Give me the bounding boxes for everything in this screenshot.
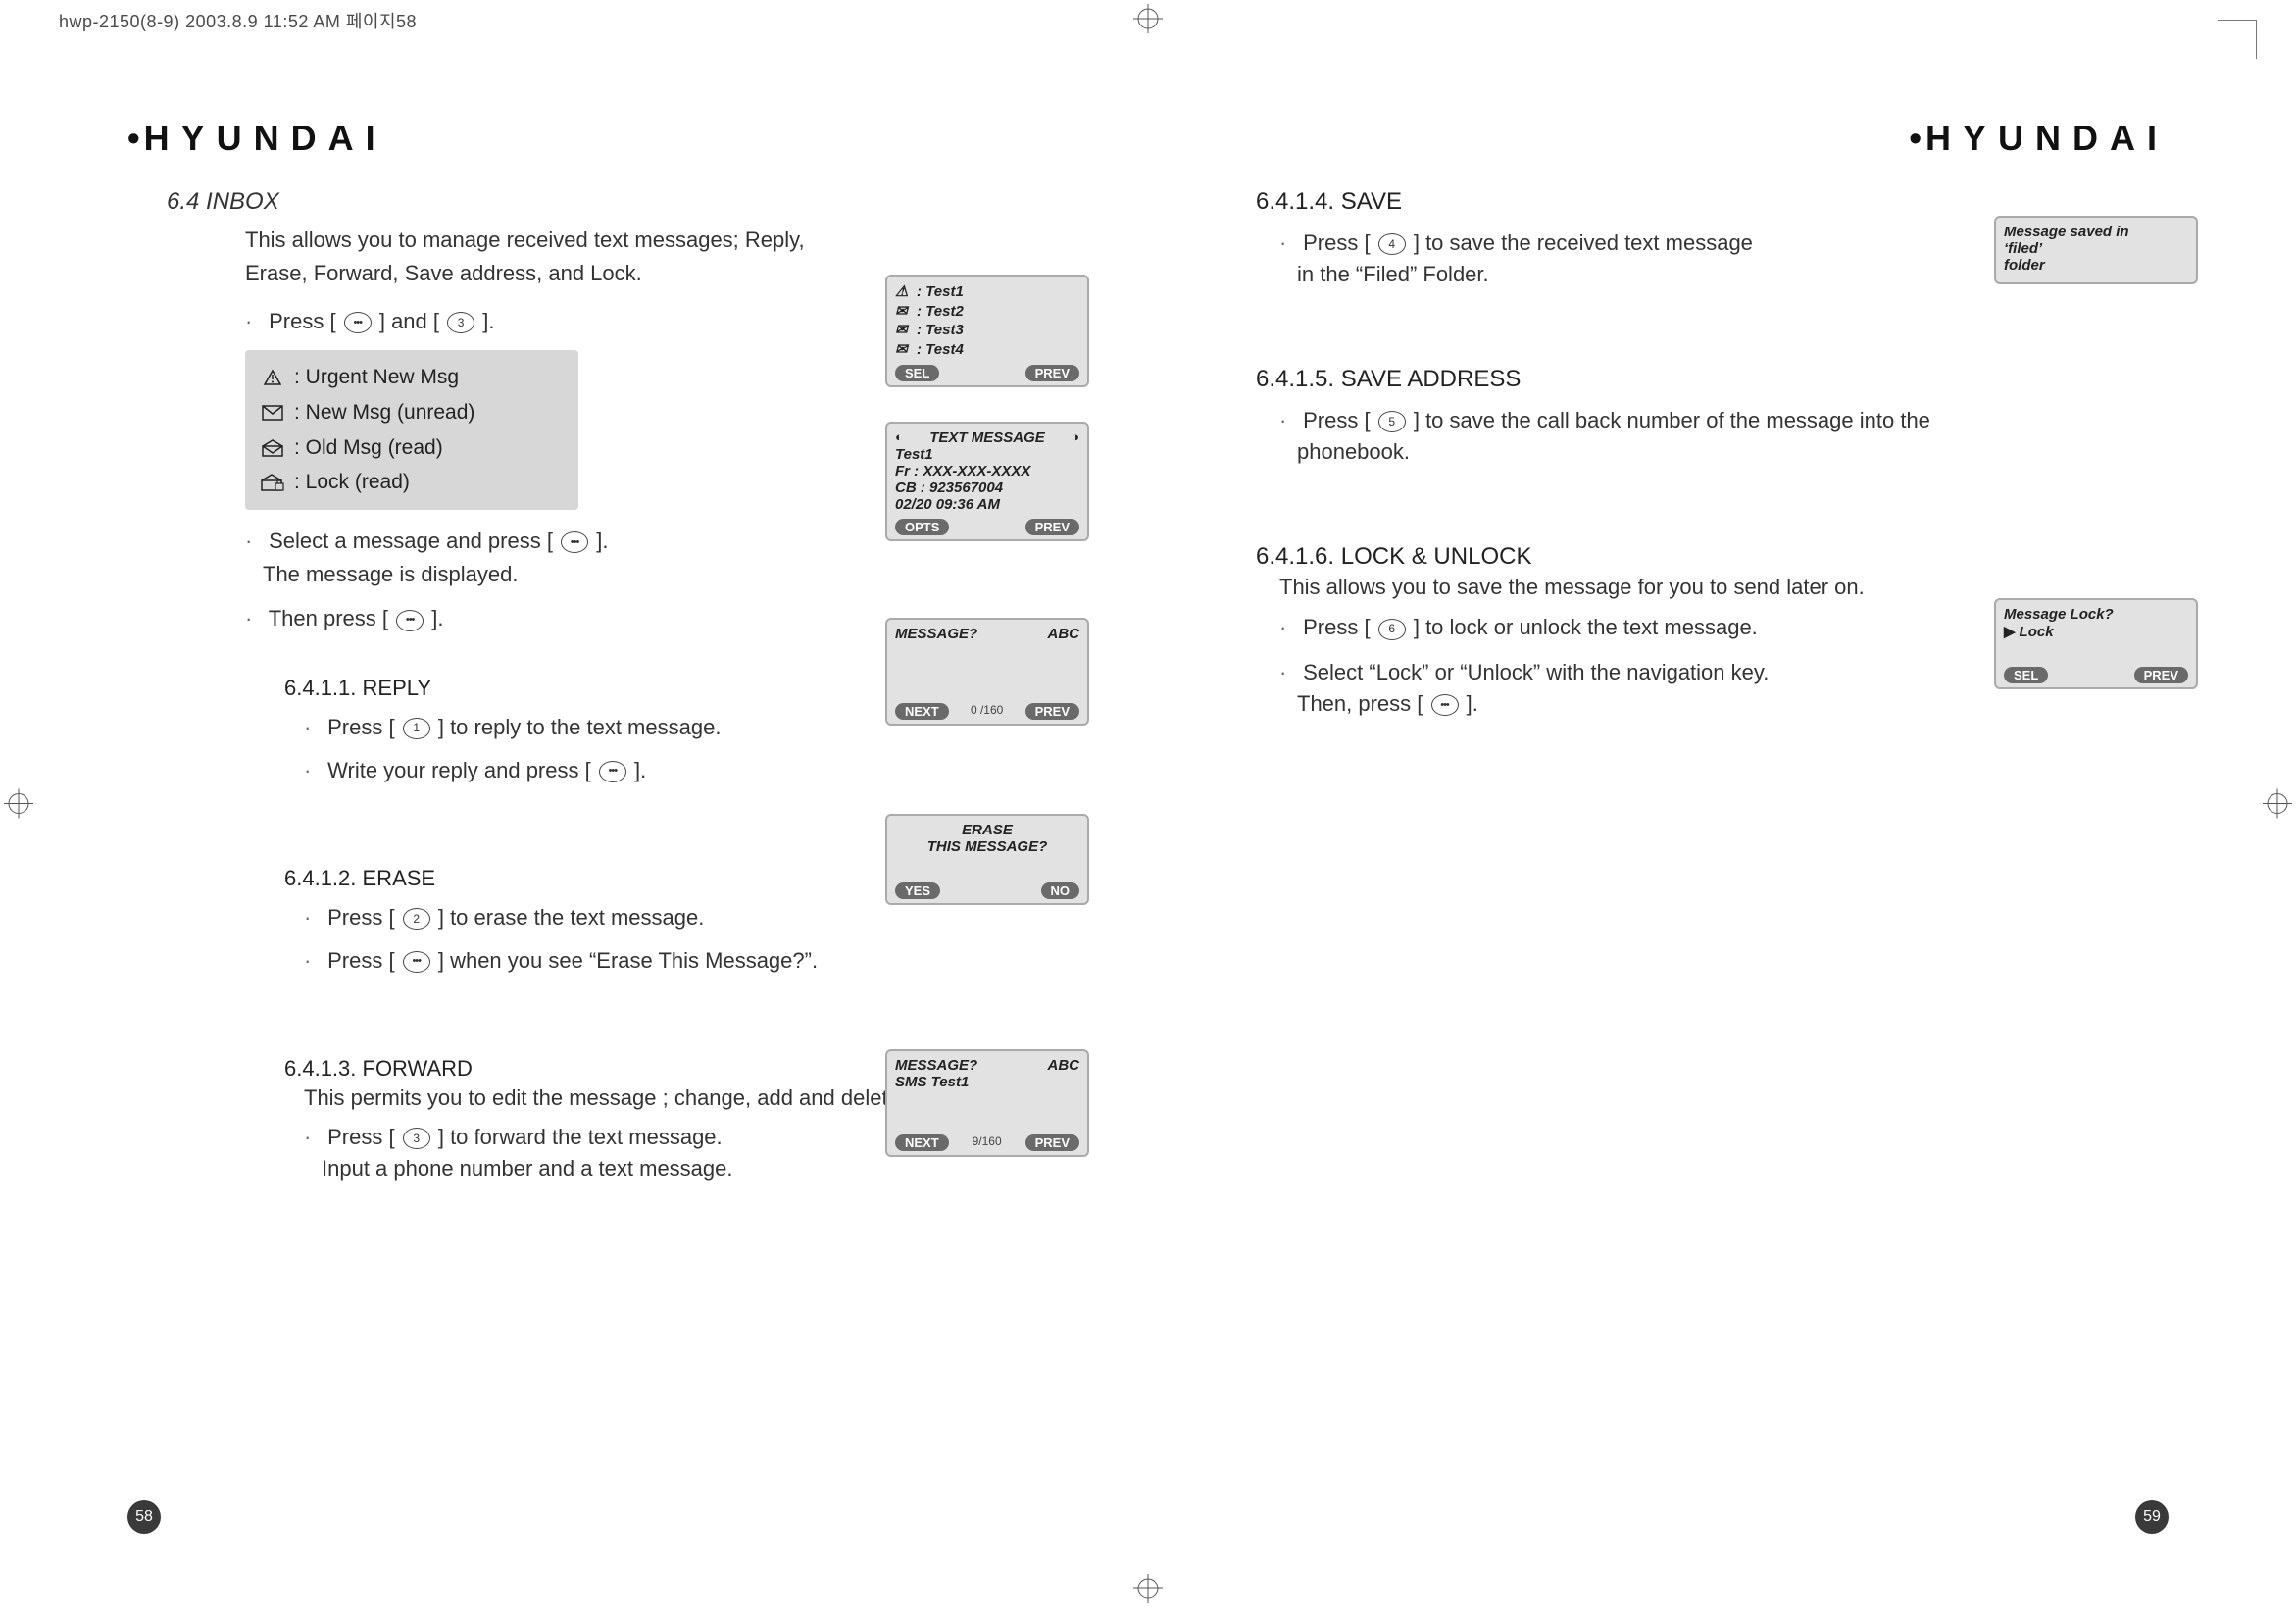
phone-reply-editor: MESSAGE? ABC NEXT 0 /160 PREV (885, 618, 1089, 726)
crop-mark-bottom (1133, 1574, 1163, 1608)
erase-step1: Press [ 2 ] to erase the text message. (304, 901, 1079, 934)
brand-logo: HYUNDAI (127, 118, 1079, 159)
softkey-sel[interactable]: SEL (895, 365, 939, 381)
legend-box: : Urgent New Msg : New Msg (unread) : Ol… (245, 350, 578, 510)
lock-desc: This allows you to save the message for … (1279, 575, 2169, 600)
step-select-note: The message is displayed. (263, 562, 1079, 587)
softkey-prev[interactable]: PREV (1025, 519, 1079, 535)
softkey-yes[interactable]: YES (895, 882, 940, 899)
mail-lock-icon (261, 473, 284, 492)
crop-corner-icon (2218, 20, 2257, 59)
mail-open-icon: ✉ (895, 321, 911, 340)
key-2-icon: 2 (403, 908, 430, 930)
legend-row: : New Msg (unread) (261, 395, 563, 430)
forward-step1-note: Input a phone number and a text message. (322, 1156, 1079, 1182)
softkey-no[interactable]: NO (1041, 882, 1080, 899)
key-5-icon: 5 (1378, 411, 1406, 432)
menu-key-icon (1431, 694, 1459, 716)
key-3-icon: 3 (403, 1128, 430, 1149)
page-number: 59 (2135, 1500, 2169, 1534)
char-counter: 0 /160 (949, 703, 1025, 720)
softkey-next[interactable]: NEXT (895, 703, 949, 720)
erase-step2: Press [ ] when you see “Erase This Messa… (304, 944, 1079, 978)
phone-erase-confirm: ERASE THIS MESSAGE? YES NO (885, 814, 1089, 905)
page-left: HYUNDAI 6.4 INBOX This allows you to man… (59, 59, 1148, 1553)
key-3-icon: 3 (447, 312, 474, 333)
legend-row: : Old Msg (read) (261, 430, 563, 466)
section-intro: This allows you to manage received text … (245, 224, 864, 290)
reply-step2: Write your reply and press [ ]. (304, 754, 1079, 787)
mail-closed-icon: ✉ (895, 302, 911, 322)
softkey-next[interactable]: NEXT (895, 1134, 949, 1151)
subhead-save: 6.4.1.4. SAVE (1256, 188, 2169, 216)
section-title: 6.4 INBOX (167, 188, 1079, 216)
mail-lock-icon: ✉ (895, 340, 911, 360)
page-right: HYUNDAI 6.4.1.4. SAVE Press [ 4 ] to sav… (1148, 59, 2237, 1553)
softkey-prev[interactable]: PREV (1025, 1134, 1079, 1151)
mail-closed-icon (261, 403, 284, 423)
key-6-icon: 6 (1378, 619, 1406, 640)
brand-logo: HYUNDAI (1217, 118, 2169, 159)
saveaddr-step1-note: phonebook. (1297, 439, 2169, 465)
nav-left-icon: ◐ (895, 429, 903, 446)
subhead-save-address: 6.4.1.5. SAVE ADDRESS (1256, 366, 2169, 393)
softkey-prev[interactable]: PREV (1025, 703, 1079, 720)
menu-key-icon (561, 531, 588, 553)
legend-row: : Lock (read) (261, 465, 563, 500)
softkey-prev[interactable]: PREV (1025, 365, 1079, 381)
char-counter: 9/160 (949, 1134, 1025, 1151)
alert-triangle-icon: ⚠ (895, 282, 911, 302)
menu-key-icon (403, 951, 430, 973)
lock-step2-note: Then, press [ ]. (1297, 691, 2169, 717)
nav-right-icon: ◑ (1072, 429, 1079, 446)
crop-mark-right (2263, 789, 2292, 824)
softkey-prev[interactable]: PREV (2134, 667, 2188, 683)
mail-open-icon (261, 438, 284, 458)
menu-key-icon (396, 610, 424, 631)
menu-key-icon (344, 312, 372, 333)
saveaddr-step1: Press [ 5 ] to save the call back number… (1279, 403, 2169, 437)
phone-lock-dialog: Message Lock? Lock SEL PREV (1994, 598, 2198, 689)
page-number: 58 (127, 1500, 161, 1534)
phone-forward-editor: MESSAGE? ABC SMS Test1 NEXT 9/160 PREV (885, 1049, 1089, 1157)
legend-row: : Urgent New Msg (261, 360, 563, 395)
phone-saved-toast: Message saved in ‘filed’ folder (1994, 216, 2198, 284)
menu-key-icon (599, 761, 626, 782)
key-1-icon: 1 (403, 718, 430, 739)
file-header: hwp-2150(8-9) 2003.8.9 11:52 AM 페이지58 (59, 8, 417, 33)
key-4-icon: 4 (1378, 233, 1406, 255)
crop-mark-top (1133, 4, 1163, 38)
alert-triangle-icon (261, 368, 284, 387)
softkey-opts[interactable]: OPTS (895, 519, 949, 535)
subhead-lock: 6.4.1.6. LOCK & UNLOCK (1256, 543, 2169, 571)
crop-mark-left (4, 789, 33, 824)
phone-inbox-list: ⚠: Test1 ✉: Test2 ✉: Test3 ✉: Test4 SEL … (885, 275, 1089, 387)
softkey-sel[interactable]: SEL (2004, 667, 2048, 683)
phone-message-detail: ◐ TEXT MESSAGE ◑ Test1 Fr : XXX-XXX-XXXX… (885, 422, 1089, 541)
